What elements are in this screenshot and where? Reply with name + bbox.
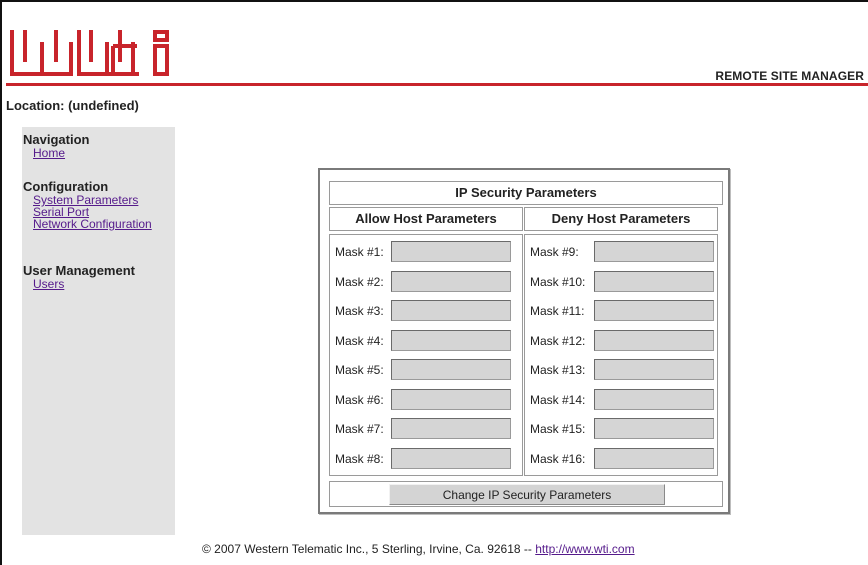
mask-label: Mask #8: [335, 451, 384, 466]
nav-section-title: User Management [23, 263, 135, 278]
submit-row: Change IP Security Parameters [329, 481, 723, 507]
mask-row: Mask #14: [525, 388, 717, 411]
mask-input[interactable] [391, 241, 511, 262]
mask-input[interactable] [391, 329, 511, 351]
mask-row: Mask #4: [330, 329, 522, 352]
wti-logo [10, 30, 169, 76]
mask-row: Mask #12: [525, 329, 717, 352]
nav-section-title: Navigation [23, 132, 90, 147]
mask-input[interactable] [594, 241, 714, 262]
mask-input[interactable] [594, 447, 714, 469]
mask-input[interactable] [594, 329, 714, 351]
mask-input[interactable] [391, 418, 511, 439]
header-divider [6, 83, 868, 86]
nav-section-configuration: Configuration System Parameters Serial P… [23, 179, 152, 231]
wti-website-link[interactable]: http://www.wti.com [535, 542, 634, 556]
mask-label: Mask #1: [335, 245, 384, 259]
copyright-text: © 2007 Western Telematic Inc., 5 Sterlin… [202, 542, 536, 556]
mask-label: Mask #11: [530, 304, 585, 318]
mask-row: Mask #7: [330, 418, 522, 440]
nav-link-home[interactable]: Home [33, 147, 89, 159]
mask-row: Mask #1: [330, 241, 522, 263]
mask-row: Mask #15: [525, 418, 717, 440]
mask-row: Mask #8: [330, 447, 522, 470]
mask-input[interactable] [391, 447, 511, 469]
mask-label: Mask #3: [335, 304, 384, 318]
mask-input[interactable] [594, 418, 714, 439]
mask-label: Mask #13: [530, 363, 586, 377]
mask-row: Mask #6: [330, 388, 522, 411]
allow-host-header: Allow Host Parameters [329, 207, 523, 231]
allow-host-column: Mask #1: Mask #2: Mask #3: Mask #4: Mask #5:… [329, 234, 523, 476]
mask-label: Mask #12: [530, 333, 586, 348]
nav-section-navigation: Navigation Home [23, 132, 90, 160]
mask-input[interactable] [594, 270, 714, 292]
mask-input[interactable] [391, 359, 511, 380]
mask-label: Mask #7: [335, 422, 384, 436]
mask-input[interactable] [594, 388, 714, 410]
mask-row: Mask #5: [330, 359, 522, 381]
mask-label: Mask #10: [530, 274, 586, 289]
mask-input[interactable] [391, 388, 511, 410]
sidebar: Navigation Home Configuration System Par… [22, 127, 175, 535]
mask-input[interactable] [594, 359, 714, 380]
location-label: Location: (undefined) [6, 98, 139, 113]
change-ip-security-button[interactable]: Change IP Security Parameters [389, 484, 665, 505]
footer: © 2007 Western Telematic Inc., 5 Sterlin… [202, 542, 635, 556]
mask-row: Mask #9: [525, 241, 717, 263]
nav-link-network-configuration[interactable]: Network Configuration [33, 218, 152, 230]
mask-row: Mask #11: [525, 300, 717, 322]
mask-label: Mask #2: [335, 274, 384, 289]
mask-row: Mask #10: [525, 270, 717, 293]
mask-row: Mask #3: [330, 300, 522, 322]
nav-section-user-management: User Management Users [23, 263, 135, 291]
nav-section-title: Configuration [23, 179, 109, 194]
mask-label: Mask #9: [530, 245, 579, 259]
ip-security-panel: IP Security Parameters Allow Host Parame… [318, 168, 730, 514]
mask-label: Mask #14: [530, 392, 586, 407]
mask-label: Mask #15: [530, 422, 586, 436]
mask-row: Mask #16: [525, 447, 717, 470]
product-tagline: REMOTE SITE MANAGER [715, 69, 864, 83]
mask-label: Mask #4: [335, 333, 384, 348]
mask-label: Mask #5: [335, 363, 384, 377]
deny-host-header: Deny Host Parameters [524, 207, 718, 231]
panel-title: IP Security Parameters [329, 181, 723, 205]
nav-link-users[interactable]: Users [33, 278, 135, 290]
mask-label: Mask #6: [335, 392, 384, 407]
mask-input[interactable] [391, 270, 511, 292]
mask-row: Mask #2: [330, 270, 522, 293]
mask-label: Mask #16: [530, 451, 586, 466]
mask-row: Mask #13: [525, 359, 717, 381]
deny-host-column: Mask #9: Mask #10: Mask #11: Mask #12: Mask … [524, 234, 718, 476]
mask-input[interactable] [594, 300, 714, 321]
mask-input[interactable] [391, 300, 511, 321]
